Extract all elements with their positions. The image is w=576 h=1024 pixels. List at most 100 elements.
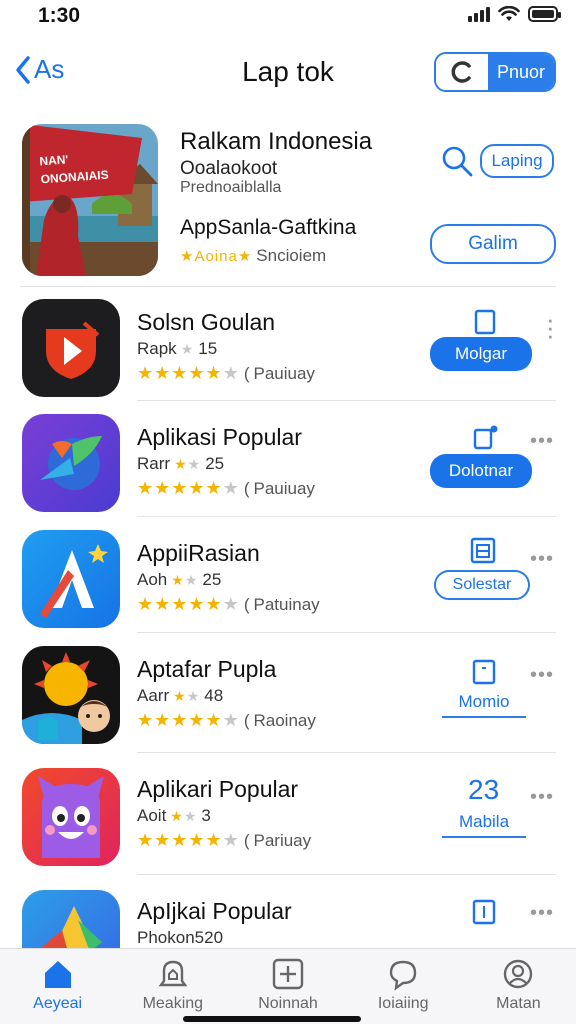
- star-rating-icon: ★★★★★★: [137, 363, 240, 383]
- status-bar: 1:30: [0, 0, 576, 34]
- tab-label: Noinnah: [258, 995, 318, 1012]
- star-rating-icon: ★Aoina★: [180, 248, 253, 265]
- featured-rating: ★Aoina★ Sncioiem: [180, 246, 326, 266]
- wifi-icon: [498, 6, 520, 21]
- tab-chat[interactable]: Ioiaiing: [346, 949, 461, 1024]
- app-row[interactable]: Solsn Goulan Rapk ★ 15 ★★★★★★ (Pauiuay Mol…: [0, 293, 576, 403]
- install-button[interactable]: Solestar: [434, 570, 530, 600]
- home-icon: [44, 961, 71, 988]
- play-shield-icon: [46, 321, 100, 379]
- tab-home[interactable]: Aeyeai: [0, 949, 115, 1024]
- tab-notifications[interactable]: Meaking: [115, 949, 230, 1024]
- divider: [137, 874, 556, 875]
- tab-label: Meaking: [142, 995, 204, 1012]
- app-row[interactable]: Aplikasi Popular Rarr ★★ 25 ★★★★★★ (Pauiua…: [0, 408, 576, 520]
- install-button[interactable]: Mabila: [442, 812, 526, 838]
- view-toggle[interactable]: Pnuor: [434, 52, 556, 92]
- featured-get-button[interactable]: Galim: [430, 224, 556, 264]
- sun-character-icon: [22, 652, 110, 744]
- chat-icon: [390, 960, 417, 991]
- more-options-icon[interactable]: •••: [530, 902, 554, 925]
- colorful-shape-icon: [36, 906, 102, 952]
- app-name: ApIjkai Popular: [137, 898, 292, 924]
- divider: [137, 632, 556, 633]
- home-indicator: [183, 1016, 361, 1022]
- divider: [137, 516, 556, 517]
- toggle-left-segment[interactable]: [436, 54, 488, 90]
- more-options-icon[interactable]: •••: [530, 786, 554, 809]
- star-rating-icon: ★★★★★★: [137, 478, 240, 498]
- status-time: 1:30: [38, 4, 81, 27]
- more-options-icon[interactable]: · · ·: [546, 306, 555, 348]
- install-button[interactable]: Momio: [442, 692, 526, 718]
- app-icon-3: [22, 530, 120, 628]
- calendar-icon: [470, 537, 496, 564]
- app-icon-2: [22, 414, 120, 512]
- clipboard-icon: [472, 659, 496, 685]
- cellular-signal-icon: [468, 6, 490, 22]
- battery-icon: [528, 6, 561, 22]
- document-icon: [474, 309, 496, 335]
- more-options-icon[interactable]: •••: [530, 548, 554, 571]
- install-button[interactable]: Molgar: [430, 337, 532, 371]
- app-name: Aplikari Popular: [137, 776, 299, 802]
- plus-square-icon: [272, 958, 304, 990]
- app-rating: ★★★★★★ (Raoinay: [137, 710, 316, 730]
- app-icon-5: [22, 768, 120, 866]
- number-icon: 23: [468, 774, 500, 805]
- bell-icon: [158, 960, 188, 987]
- featured-app-name2: AppSanla-Gaftkina: [180, 216, 357, 239]
- letter-a-icon: [40, 544, 108, 618]
- app-icon-1: [22, 299, 120, 397]
- divider: [20, 286, 556, 287]
- purple-monster-icon: [38, 776, 104, 858]
- app-row[interactable]: AppiiRasian Aoh ★★ 25 ★★★★★★ (Patuinay Sol…: [0, 526, 576, 638]
- star-rating-icon: ★★★★★★: [137, 710, 240, 730]
- star-rating-icon: ★★★★★★: [137, 830, 240, 850]
- pin-icon: [473, 425, 498, 450]
- more-options-icon[interactable]: •••: [530, 430, 554, 453]
- featured-banner-image: [22, 124, 158, 276]
- app-sub: Aoit ★★ 3: [137, 806, 211, 825]
- app-sub: Aarr ★★ 48: [137, 686, 224, 705]
- divider: [137, 752, 556, 753]
- app-name: Aptafar Pupla: [137, 656, 277, 682]
- profile-icon: [504, 959, 533, 989]
- app-icon-4: [22, 646, 120, 744]
- featured-app-row[interactable]: NAN' ONONAIAIS Ralkam Indonesia Ooalaoko…: [0, 118, 576, 283]
- app-rating: ★★★★★★ (Pauiuay: [137, 363, 315, 383]
- tab-label: Aeyeai: [33, 995, 83, 1012]
- install-button[interactable]: Dolotnar: [430, 454, 532, 488]
- app-name: Solsn Goulan: [137, 309, 276, 335]
- featured-app-name: Ralkam Indonesia: [180, 128, 373, 155]
- tab-label: Matan: [496, 995, 541, 1012]
- tab-bar: Aeyeai Meaking Noinnah Ioiaiing Matan: [0, 948, 576, 1024]
- app-sub: Rarr ★★ 25: [137, 454, 225, 473]
- toggle-right-segment[interactable]: Pnuor: [488, 54, 554, 90]
- status-icons: [468, 6, 561, 22]
- featured-rating-suffix: Sncioiem: [256, 246, 327, 265]
- featured-app-artwork[interactable]: NAN' ONONAIAIS: [22, 124, 158, 276]
- tab-add[interactable]: Noinnah: [230, 949, 345, 1024]
- featured-app-subtitle2: Prednoaiblalla: [180, 179, 282, 196]
- tab-profile[interactable]: Matan: [461, 949, 576, 1024]
- app-name: AppiiRasian: [137, 540, 260, 566]
- app-icon-6: [22, 890, 120, 952]
- navigation-bar: As Lap tok Pnuor: [0, 44, 576, 104]
- divider: [137, 400, 556, 401]
- app-row[interactable]: Aplikari Popular Aoit ★★ 3 ★★★★★★ (Pariuay…: [0, 764, 576, 880]
- app-rating: ★★★★★★ (Patuinay: [137, 594, 320, 614]
- app-row[interactable]: Aptafar Pupla Aarr ★★ 48 ★★★★★★ (Raoinay M…: [0, 642, 576, 758]
- featured-search-pill[interactable]: Laping: [480, 144, 554, 178]
- search-icon[interactable]: [440, 144, 474, 178]
- app-rating: ★★★★★★ (Pauiuay: [137, 478, 315, 498]
- app-sub: Rapk ★ 15: [137, 339, 218, 358]
- tab-label: Ioiaiing: [377, 995, 429, 1012]
- flag-icon: [472, 899, 496, 925]
- app-sub: Aoh ★★ 25: [137, 570, 222, 589]
- star-rating-icon: ★★★★★★: [137, 594, 240, 614]
- app-sub: Phokon520: [137, 928, 224, 947]
- more-options-icon[interactable]: •••: [530, 664, 554, 687]
- app-rating: ★★★★★★ (Pariuay: [137, 830, 312, 850]
- app-name: Aplikasi Popular: [137, 424, 302, 450]
